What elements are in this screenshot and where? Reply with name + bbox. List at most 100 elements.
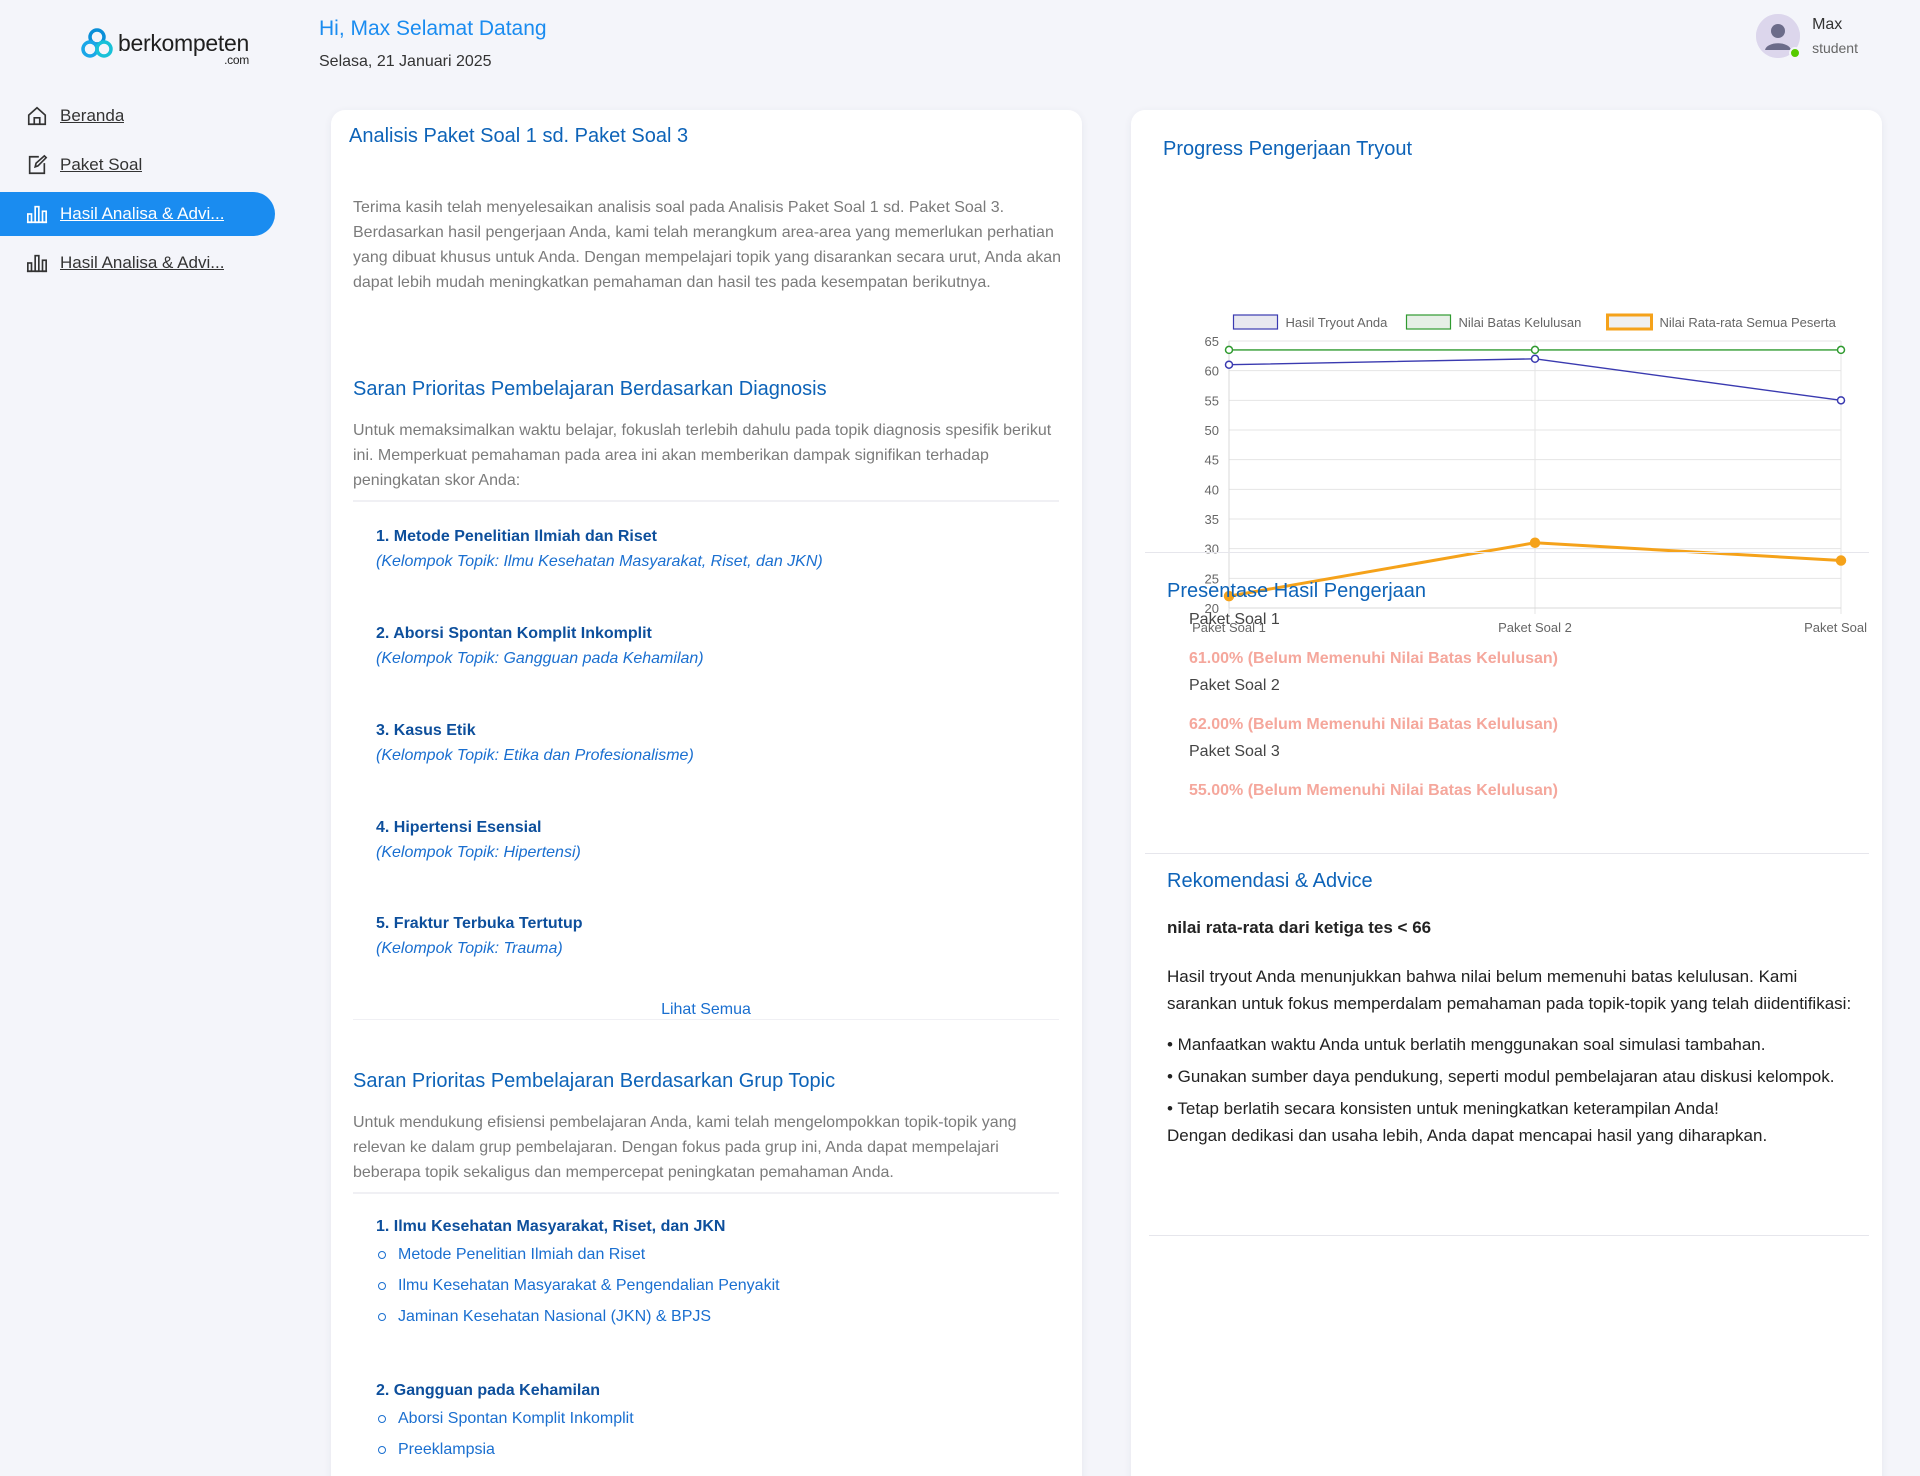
- group-topic[interactable]: Metode Penelitian Ilmiah dan Riset: [376, 1245, 780, 1276]
- group-topic[interactable]: Preeklampsia: [376, 1440, 634, 1471]
- data-point: [1835, 555, 1847, 566]
- recommendation-text: Hasil tryout Anda menunjukkan bahwa nila…: [1167, 967, 1852, 1013]
- recommendation-closing: Dengan dedikasi dan usaha lebih, Anda da…: [1167, 1126, 1768, 1145]
- data-point: [1224, 360, 1234, 369]
- group-topic[interactable]: Aborsi Spontan Komplit Inkomplit: [376, 1409, 634, 1440]
- recommendation-bullet: • Manfaatkan waktu Anda untuk berlatih m…: [1167, 1035, 1766, 1054]
- user-menu[interactable]: Max student: [1756, 14, 1858, 59]
- data-point: [1836, 345, 1846, 355]
- user-name: Max: [1812, 16, 1843, 33]
- diagnosis-item-title: 3. Kasus Etik: [376, 722, 476, 739]
- brand-logo[interactable]: berkompeten .com: [80, 26, 249, 67]
- group-topic-list: Aborsi Spontan Komplit Inkomplit Preekla…: [376, 1409, 634, 1471]
- group-section-desc: Untuk mendukung efisiensi pembelajaran A…: [353, 1114, 1017, 1181]
- see-all-link[interactable]: Lihat Semua: [353, 1001, 1059, 1019]
- progress-title: Progress Pengerjaan Tryout: [1163, 138, 1413, 160]
- group-topic-list: Metode Penelitian Ilmiah dan Riset Ilmu …: [376, 1245, 780, 1338]
- x-tick-label: Paket Soal 3: [1804, 620, 1871, 635]
- list-item: 5. Fraktur Terbuka Tertutup (Kelompok To…: [376, 915, 583, 958]
- group-list: 1. Ilmu Kesehatan Masyarakat, Riset, dan…: [353, 1192, 1059, 1458]
- bar-chart-icon: [26, 205, 48, 224]
- diagnosis-item-group: (Kelompok Topik: Trauma): [376, 940, 563, 957]
- group-item-title: 2. Gangguan pada Kehamilan: [376, 1382, 601, 1399]
- diagnosis-item-group: (Kelompok Topik: Hipertensi): [376, 844, 581, 861]
- user-role: student: [1812, 40, 1858, 56]
- y-tick-label: 40: [1205, 482, 1219, 497]
- y-tick-label: 45: [1205, 453, 1219, 468]
- diagnosis-item-title: 1. Metode Penelitian Ilmiah dan Riset: [376, 528, 657, 545]
- percentage-title: Presentase Hasil Pengerjaan: [1167, 580, 1427, 602]
- legend-label: Nilai Batas Kelulusan: [1459, 315, 1582, 330]
- percentage-value: 62.00% (Belum Memenuhi Nilai Batas Kelul…: [1189, 716, 1558, 733]
- legend-swatch: [1606, 313, 1653, 331]
- diagnosis-item-group: (Kelompok Topik: Gangguan pada Kehamilan…: [376, 650, 704, 667]
- sidebar-item-beranda[interactable]: Beranda: [0, 94, 275, 138]
- y-tick-label: 60: [1205, 364, 1219, 379]
- bar-chart-icon: [26, 254, 48, 273]
- diagnosis-item-group: (Kelompok Topik: Etika dan Profesionalis…: [376, 747, 694, 764]
- list-item: 4. Hipertensi Esensial (Kelompok Topik: …: [376, 819, 581, 862]
- sidebar-item-label: Hasil Analisa & Advi...: [60, 253, 225, 272]
- y-tick-label: 35: [1205, 512, 1219, 527]
- y-tick-label: 30: [1205, 542, 1219, 557]
- sidebar-nav: Beranda Paket Soal Hasil Analisa & Advi.…: [0, 94, 275, 290]
- recommendation-title: Rekomendasi & Advice: [1167, 870, 1373, 892]
- brand-name: berkompeten .com: [118, 29, 249, 67]
- percentage-list: Paket Soal 1 61.00% (Belum Memenuhi Nila…: [1189, 610, 1558, 808]
- legend-label: Hasil Tryout Anda: [1286, 315, 1389, 330]
- list-item: 1. Metode Penelitian Ilmiah dan Riset (K…: [376, 528, 823, 571]
- recommendation-heading: nilai rata-rata dari ketiga tes < 66: [1167, 918, 1432, 937]
- user-info: Max student: [1812, 14, 1858, 56]
- logo-icon: [81, 28, 113, 58]
- progress-chart: 20 25 30 35 40 45 50 55 60 65 Paket Soal 1 Paket So…: [1151, 192, 1878, 642]
- percentage-label: Paket Soal 1: [1189, 611, 1280, 628]
- sidebar-item-hasil-analisa-active[interactable]: Hasil Analisa & Advi...: [0, 192, 275, 236]
- group-item-title: 1. Ilmu Kesehatan Masyarakat, Riset, dan…: [376, 1218, 726, 1235]
- sidebar-item-label: Paket Soal: [60, 155, 143, 174]
- divider: [1145, 853, 1869, 854]
- analysis-card: Analisis Paket Soal 1 sd. Paket Soal 3 T…: [331, 110, 1082, 1476]
- data-point: [1224, 345, 1234, 355]
- recommendation-bullet: • Gunakan sumber daya pendukung, seperti…: [1167, 1067, 1835, 1086]
- current-date: Selasa, 21 Januari 2025: [319, 53, 492, 70]
- list-item: 2. Aborsi Spontan Komplit Inkomplit (Kel…: [376, 625, 704, 668]
- progress-line-chart: 20253035404550556065Paket Soal 1 Paket So…: [1192, 313, 1878, 635]
- brand-suffix: .com: [224, 52, 249, 67]
- recommendation-body: Hasil tryout Anda menunjukkan bahwa nila…: [1167, 963, 1857, 1149]
- sidebar-item-hasil-analisa[interactable]: Hasil Analisa & Advi...: [0, 241, 275, 285]
- edit-icon: [28, 154, 48, 175]
- legend-swatch: [1232, 314, 1279, 330]
- sidebar-item-paket-soal[interactable]: Paket Soal: [0, 143, 275, 187]
- data-point: [1530, 354, 1540, 364]
- home-icon: [27, 106, 47, 126]
- analysis-title: Analisis Paket Soal 1 sd. Paket Soal 3: [349, 125, 689, 147]
- divider: [1149, 1235, 1869, 1236]
- divider: [1145, 552, 1869, 553]
- online-status-dot: [1789, 47, 1802, 59]
- greeting-title: Hi, Max Selamat Datang: [319, 17, 547, 40]
- percentage-label: Paket Soal 2: [1189, 677, 1280, 694]
- diagnosis-list: 1. Metode Penelitian Ilmiah dan Riset (K…: [353, 500, 1059, 1020]
- diagnosis-section-desc: Untuk memaksimalkan waktu belajar, fokus…: [353, 422, 1052, 489]
- diagnosis-item-group: (Kelompok Topik: Ilmu Kesehatan Masyarak…: [376, 553, 823, 570]
- diagnosis-item-title: 5. Fraktur Terbuka Tertutup: [376, 915, 583, 932]
- group-section-title: Saran Prioritas Pembelajaran Berdasarkan…: [353, 1070, 836, 1092]
- data-point: [1529, 537, 1541, 548]
- group-topic[interactable]: Ilmu Kesehatan Masyarakat & Pengendalian…: [376, 1276, 780, 1307]
- data-point: [1530, 345, 1540, 355]
- avatar[interactable]: [1756, 14, 1802, 59]
- percentage-label: Paket Soal 3: [1189, 743, 1280, 760]
- diagnosis-item-title: 2. Aborsi Spontan Komplit Inkomplit: [376, 625, 652, 642]
- sidebar-item-label: Beranda: [60, 106, 125, 125]
- percentage-value: 61.00% (Belum Memenuhi Nilai Batas Kelul…: [1189, 650, 1558, 667]
- progress-card: Progress Pengerjaan Tryout 20 25 30 35 40 45 5…: [1131, 110, 1882, 1476]
- diagnosis-section-title: Saran Prioritas Pembelajaran Berdasarkan…: [353, 378, 827, 400]
- diagnosis-item-title: 4. Hipertensi Esensial: [376, 819, 542, 836]
- list-item: 2. Gangguan pada Kehamilan Aborsi Sponta…: [376, 1382, 634, 1471]
- legend-label: Nilai Rata-rata Semua Peserta: [1660, 315, 1837, 330]
- y-tick-label: 65: [1205, 334, 1219, 349]
- list-item: 1. Ilmu Kesehatan Masyarakat, Riset, dan…: [376, 1218, 780, 1338]
- group-topic[interactable]: Jaminan Kesehatan Nasional (JKN) & BPJS: [376, 1307, 780, 1338]
- recommendation-bullet: • Tetap berlatih secara konsisten untuk …: [1167, 1099, 1719, 1118]
- y-tick-label: 50: [1205, 423, 1219, 438]
